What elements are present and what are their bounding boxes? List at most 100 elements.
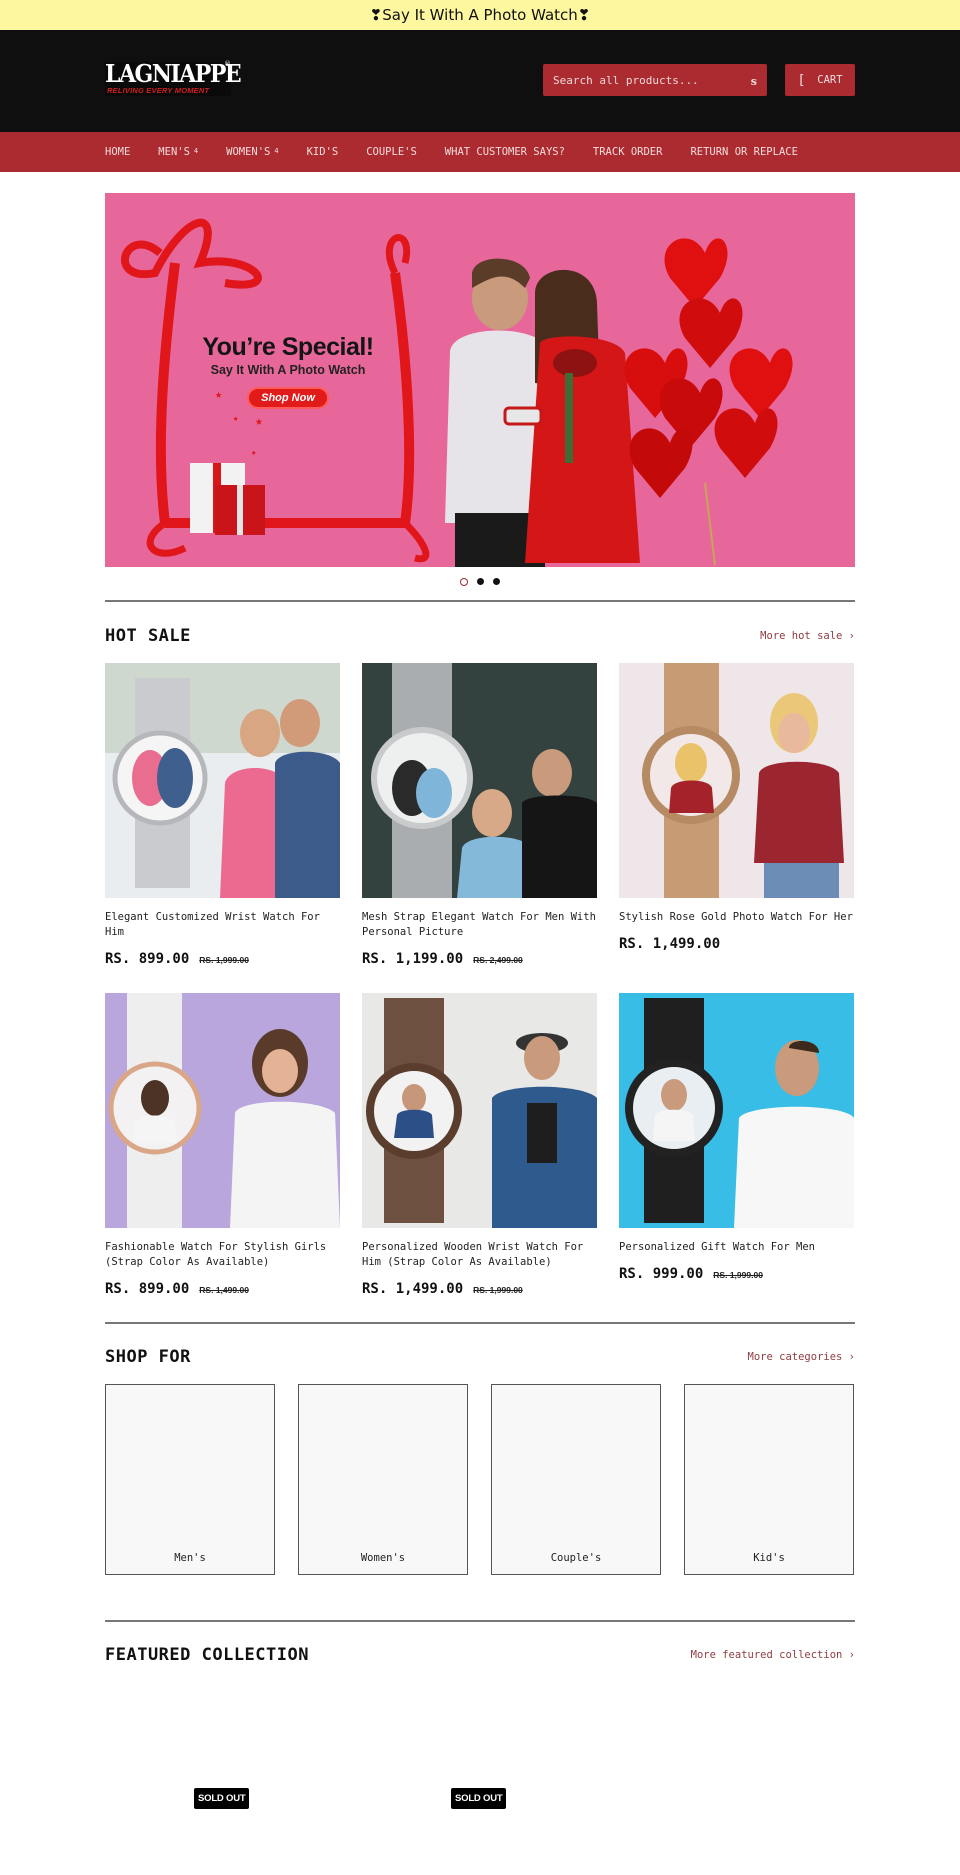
category-label: Men's bbox=[174, 1552, 206, 1564]
product-price: RS. 899.00 RS. 1,999.00 bbox=[105, 951, 340, 967]
watch-photo-illustration bbox=[105, 663, 340, 898]
nav-label: TRACK ORDER bbox=[592, 146, 663, 158]
product-price: RS. 1,199.00 RS. 2,499.00 bbox=[362, 951, 597, 967]
category-card-couples[interactable]: Couple's bbox=[491, 1384, 661, 1575]
logo-wordmark: LAGNIAPPE bbox=[105, 59, 242, 89]
nav-item-mens[interactable]: MEN'S 4 bbox=[158, 146, 198, 158]
carousel-dot-1[interactable] bbox=[460, 578, 468, 586]
nav-label: MEN'S bbox=[158, 146, 190, 158]
rose-stems bbox=[565, 373, 573, 463]
product-card[interactable]: Stylish Rose Gold Photo Watch For Her RS… bbox=[619, 663, 854, 952]
more-categories-link[interactable]: More categories › bbox=[748, 1351, 855, 1363]
sale-price: RS. 1,199.00 bbox=[362, 951, 464, 967]
category-card-womens[interactable]: Women's bbox=[298, 1384, 468, 1575]
sale-price: RS. 899.00 bbox=[105, 951, 190, 967]
chevron-down-icon: 4 bbox=[193, 147, 199, 155]
site-header: LAGNIAPPE ® RELIVING EVERY MOMENT s [ CA… bbox=[0, 30, 960, 132]
sale-price: RS. 999.00 bbox=[619, 1266, 704, 1282]
compare-price: RS. 2,499.00 bbox=[473, 955, 523, 965]
product-name[interactable]: Personalized Gift Watch For Men bbox=[619, 1240, 854, 1255]
carousel-dots bbox=[0, 578, 960, 586]
watch-photo-illustration bbox=[362, 993, 597, 1228]
compare-price: RS. 1,999.00 bbox=[473, 1285, 523, 1295]
product-image[interactable] bbox=[362, 663, 597, 898]
product-image[interactable] bbox=[619, 663, 854, 898]
product-image[interactable] bbox=[362, 993, 597, 1228]
announcement-text: ❣Say It With A Photo Watch❣ bbox=[369, 6, 591, 24]
nav-label: RETURN OR REPLACE bbox=[690, 146, 798, 158]
gift-ribbon-silver bbox=[237, 485, 243, 535]
category-card-mens[interactable]: Men's bbox=[105, 1384, 275, 1575]
cart-label: CART bbox=[817, 74, 843, 86]
product-name[interactable]: Stylish Rose Gold Photo Watch For Her bbox=[619, 910, 854, 925]
heart-balloon bbox=[729, 348, 793, 418]
section-divider bbox=[105, 1620, 855, 1622]
product-card[interactable]: Fashionable Watch For Stylish Girls (Str… bbox=[105, 993, 340, 1297]
watch-photo-illustration bbox=[619, 993, 854, 1228]
nav-label: KID'S bbox=[306, 146, 339, 158]
heart-balloon bbox=[629, 428, 693, 498]
registered-mark: ® bbox=[224, 60, 231, 68]
hero-subtitle: Say It With A Photo Watch bbox=[210, 363, 366, 377]
hot-sale-title: HOT SALE bbox=[105, 626, 191, 646]
product-card[interactable]: Personalized Wooden Wrist Watch For Him … bbox=[362, 993, 597, 1297]
product-card[interactable]: Elegant Customized Wrist Watch For Him R… bbox=[105, 663, 340, 967]
category-label: Kid's bbox=[753, 1552, 785, 1564]
bow-shape bbox=[121, 218, 262, 289]
product-card[interactable]: Mesh Strap Elegant Watch For Men With Pe… bbox=[362, 663, 597, 967]
hero-title: You’re Special! bbox=[202, 333, 374, 361]
product-image[interactable] bbox=[619, 993, 854, 1228]
product-price: RS. 1,499.00 bbox=[619, 936, 854, 952]
hero-banner[interactable]: ★ ★ ★ ★ You’re Special! Say It With A Ph… bbox=[105, 193, 855, 567]
nav-label: COUPLE'S bbox=[366, 146, 417, 158]
carousel-dot-3[interactable] bbox=[493, 578, 500, 585]
cart-button[interactable]: [ CART bbox=[785, 64, 855, 96]
sale-price: RS. 899.00 bbox=[105, 1281, 190, 1297]
sold-out-badge: SOLD OUT bbox=[194, 1788, 250, 1809]
nav-label: WHAT CUSTOMER SAYS? bbox=[444, 146, 565, 158]
product-name[interactable]: Personalized Wooden Wrist Watch For Him … bbox=[362, 1240, 597, 1270]
watch-photo-illustration bbox=[362, 663, 597, 898]
nav-item-return-replace[interactable]: RETURN OR REPLACE bbox=[690, 146, 797, 158]
carousel-dot-2[interactable] bbox=[477, 578, 484, 585]
sold-out-badge: SOLD OUT bbox=[451, 1788, 507, 1809]
nav-label: WOMEN'S bbox=[226, 146, 271, 158]
section-divider bbox=[105, 1322, 855, 1324]
product-image[interactable] bbox=[105, 663, 340, 898]
more-featured-link[interactable]: More featured collection › bbox=[691, 1649, 855, 1661]
product-image[interactable] bbox=[105, 993, 340, 1228]
main-nav: HOME MEN'S 4 WOMEN'S 4 KID'S COUPLE'S WHAT… bbox=[0, 132, 960, 172]
chevron-down-icon: 4 bbox=[274, 147, 279, 155]
nav-item-couples[interactable]: COUPLE'S bbox=[366, 146, 417, 158]
heart-balloon bbox=[714, 408, 778, 478]
compare-price: RS. 1,999.00 bbox=[199, 955, 249, 965]
product-name[interactable]: Elegant Customized Wrist Watch For Him bbox=[105, 910, 340, 940]
nav-item-customer-says[interactable]: WHAT CUSTOMER SAYS? bbox=[445, 146, 565, 158]
product-name[interactable]: Mesh Strap Elegant Watch For Men With Pe… bbox=[362, 910, 597, 940]
nav-item-womens[interactable]: WOMEN'S 4 bbox=[226, 146, 278, 158]
product-card[interactable]: Personalized Gift Watch For Men RS. 999.… bbox=[619, 993, 854, 1282]
hero-copy: You’re Special! Say It With A Photo Watc… bbox=[193, 333, 383, 409]
section-divider bbox=[105, 600, 855, 602]
logo[interactable]: LAGNIAPPE ® RELIVING EVERY MOMENT bbox=[105, 59, 242, 96]
product-price: RS. 999.00 RS. 1,999.00 bbox=[619, 1266, 854, 1282]
search-icon[interactable]: s bbox=[751, 75, 757, 88]
ribbon-curl bbox=[385, 234, 411, 275]
shop-now-button[interactable]: Shop Now bbox=[247, 387, 329, 409]
star-shape: ★ bbox=[251, 448, 257, 458]
gift-box-small bbox=[503, 406, 543, 426]
roses bbox=[553, 349, 597, 377]
heart-balloon bbox=[664, 238, 728, 308]
star-shape: ★ bbox=[255, 414, 263, 429]
search-bar: s bbox=[543, 64, 767, 96]
nav-item-home[interactable]: HOME bbox=[105, 146, 130, 158]
category-card-kids[interactable]: Kid's bbox=[684, 1384, 854, 1575]
search-input[interactable] bbox=[553, 73, 751, 87]
compare-price: RS. 1,499.00 bbox=[199, 1285, 249, 1295]
product-name[interactable]: Fashionable Watch For Stylish Girls (Str… bbox=[105, 1240, 340, 1270]
watch-photo-illustration bbox=[619, 663, 854, 898]
shop-for-title: SHOP FOR bbox=[105, 1347, 191, 1367]
nav-item-kids[interactable]: KID'S bbox=[307, 146, 339, 158]
nav-item-track-order[interactable]: TRACK ORDER bbox=[593, 146, 663, 158]
more-hot-sale-link[interactable]: More hot sale › bbox=[760, 630, 855, 642]
